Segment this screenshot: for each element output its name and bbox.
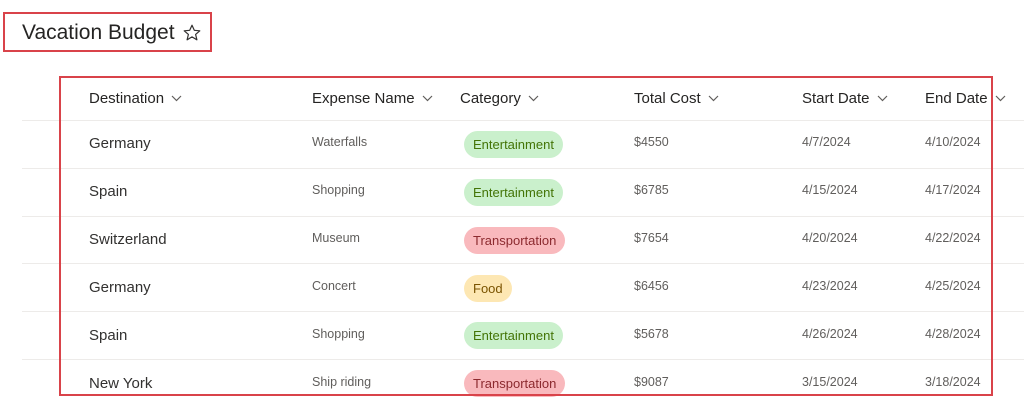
column-header-expense-name[interactable]: Expense Name — [312, 88, 433, 108]
expense-name-cell: Waterfalls — [312, 135, 368, 149]
destination-cell: Spain — [89, 183, 128, 200]
row-divider — [22, 311, 1024, 312]
row-divider — [22, 120, 1024, 121]
row-divider — [22, 263, 1024, 264]
column-header-label: Start Date — [802, 89, 870, 107]
chevron-down-icon — [422, 95, 432, 101]
row-divider — [22, 359, 1024, 360]
column-header-total-cost[interactable]: Total Cost — [634, 88, 719, 108]
total-cost-cell: $6785 — [634, 183, 669, 197]
end-date-cell: 4/25/2024 — [925, 279, 981, 293]
end-date-cell: 4/10/2024 — [925, 135, 981, 149]
destination-cell: Spain — [89, 327, 128, 344]
expense-name-cell: Museum — [312, 231, 360, 245]
chevron-down-icon — [877, 95, 887, 101]
category-badge: Food — [464, 275, 512, 302]
category-badge: Transportation — [464, 370, 566, 397]
category-badge: Transportation — [464, 227, 566, 254]
row-divider — [22, 216, 1024, 217]
start-date-cell: 4/20/2024 — [802, 231, 858, 245]
chevron-down-icon — [995, 95, 1005, 101]
category-badge: Entertainment — [464, 131, 563, 158]
expense-name-cell: Shopping — [312, 327, 365, 341]
total-cost-cell: $6456 — [634, 279, 669, 293]
total-cost-cell: $4550 — [634, 135, 669, 149]
destination-cell: Germany — [89, 135, 151, 152]
start-date-cell: 4/15/2024 — [802, 183, 858, 197]
expense-name-cell: Shopping — [312, 183, 365, 197]
row-divider — [22, 168, 1024, 169]
column-header-label: End Date — [925, 89, 988, 107]
favorite-star-icon[interactable] — [182, 23, 202, 43]
start-date-cell: 3/15/2024 — [802, 375, 858, 389]
start-date-cell: 4/23/2024 — [802, 279, 858, 293]
column-header-label: Expense Name — [312, 89, 415, 107]
end-date-cell: 4/22/2024 — [925, 231, 981, 245]
column-header-end-date[interactable]: End Date — [925, 88, 1006, 108]
destination-cell: New York — [89, 375, 153, 392]
page-title: Vacation Budget — [22, 21, 175, 44]
expense-name-cell: Ship riding — [312, 375, 372, 389]
total-cost-cell: $5678 — [634, 327, 669, 341]
destination-cell: Switzerland — [89, 231, 167, 248]
column-header-destination[interactable]: Destination — [89, 88, 182, 108]
chevron-down-icon — [708, 95, 719, 101]
end-date-cell: 4/28/2024 — [925, 327, 981, 341]
start-date-cell: 4/26/2024 — [802, 327, 858, 341]
start-date-cell: 4/7/2024 — [802, 135, 851, 149]
end-date-cell: 4/17/2024 — [925, 183, 981, 197]
column-header-start-date[interactable]: Start Date — [802, 88, 888, 108]
column-header-category[interactable]: Category — [460, 88, 539, 108]
column-header-label: Category — [460, 89, 521, 107]
column-header-label: Total Cost — [634, 89, 701, 107]
total-cost-cell: $7654 — [634, 231, 669, 245]
expense-name-cell: Concert — [312, 279, 356, 293]
category-badge: Entertainment — [464, 322, 563, 349]
column-header-label: Destination — [89, 89, 165, 107]
chevron-down-icon — [528, 95, 539, 101]
page: Vacation Budget Destination Expense Name… — [0, 0, 1024, 404]
chevron-down-icon — [171, 95, 182, 101]
total-cost-cell: $9087 — [634, 375, 669, 389]
category-badge: Entertainment — [464, 179, 563, 206]
destination-cell: Germany — [89, 279, 151, 296]
end-date-cell: 3/18/2024 — [925, 375, 981, 389]
